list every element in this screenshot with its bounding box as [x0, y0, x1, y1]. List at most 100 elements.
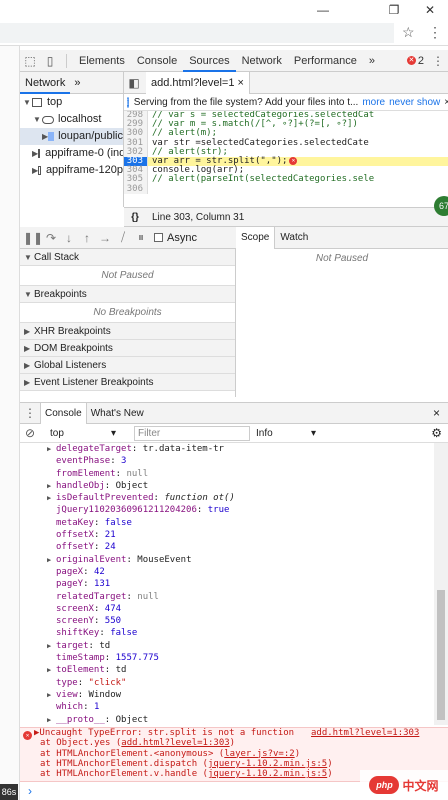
close-drawer-icon[interactable]: × — [433, 406, 448, 420]
expand-arrow-icon[interactable]: ▶ — [47, 554, 51, 566]
console-property[interactable]: ▶ __proto__: Object — [20, 714, 434, 725]
expand-arrow-icon[interactable]: ▶ — [47, 640, 51, 652]
inline-error-icon[interactable]: ✕ — [289, 156, 298, 165]
minimize-button[interactable]: — — [305, 0, 341, 20]
url-field[interactable] — [0, 23, 394, 43]
console-property[interactable]: ▶ handleObj: Object — [20, 480, 434, 492]
pause-on-exceptions-icon[interactable]: ⏸ — [132, 228, 150, 248]
property-key: relatedTarget — [56, 591, 127, 602]
page-edge-tag: 86s — [0, 784, 18, 800]
device-toolbar-icon[interactable]: ▯ — [40, 51, 60, 71]
property-key: delegateTarget — [56, 444, 132, 454]
error-text[interactable]: ▶Uncaught TypeError: str.split is not a … — [20, 728, 448, 738]
navigator-item[interactable]: ▶ appiframe-120p — [20, 162, 123, 179]
async-checkbox[interactable] — [154, 233, 163, 242]
console-property[interactable]: ▶ toElement: td — [20, 664, 434, 676]
expand-arrow-icon[interactable]: ▶ — [47, 443, 51, 455]
info-icon: i — [127, 96, 129, 108]
tab-watch[interactable]: Watch — [275, 227, 313, 249]
stack-frame-link[interactable]: jquery-1.10.2.min.js:5 — [208, 769, 327, 779]
expand-arrow-icon[interactable]: ▶ — [47, 492, 51, 504]
code-line[interactable]: 306 — [124, 184, 448, 194]
code-lines[interactable]: 298// var s = selectedCategories.selecte… — [124, 111, 448, 207]
drawer-tabs: ⋮ Console What's New × — [20, 402, 448, 424]
clear-console-icon[interactable]: ⊘ — [20, 423, 40, 443]
step-into-icon[interactable]: ↓ — [60, 228, 78, 248]
step-icon[interactable]: → — [96, 228, 114, 248]
pause-icon[interactable]: ❚❚ — [23, 228, 43, 248]
code-line[interactable]: 305// alert(parseInt(selectedCategories.… — [124, 175, 448, 185]
call-stack-header[interactable]: ▼ Call Stack — [20, 249, 235, 266]
console-property[interactable]: ▶ delegateTarget: tr.data-item-tr — [20, 443, 434, 455]
property-key: offsetX — [56, 530, 94, 541]
navigator-more-button[interactable]: » — [70, 77, 84, 89]
stack-frame-link[interactable]: layer.js?v=:2 — [224, 749, 294, 759]
tab-network[interactable]: Network — [20, 72, 71, 94]
pretty-print-button[interactable]: {} — [124, 212, 146, 223]
scrollbar-thumb[interactable] — [437, 590, 445, 720]
expand-arrow-icon[interactable]: ▶ — [47, 689, 51, 701]
step-over-icon[interactable]: ↷ — [42, 228, 60, 248]
property-colon: : — [77, 677, 89, 688]
filter-input[interactable]: Filter — [134, 425, 250, 441]
expand-arrow-icon[interactable]: ▶ — [47, 714, 51, 725]
console-property[interactable]: ▶ target: td — [20, 640, 434, 652]
infobar-more-link[interactable]: more — [362, 97, 385, 108]
close-tab-icon[interactable]: × — [238, 77, 244, 89]
console-property[interactable]: ▶ isDefaultPrevented: function ot() — [20, 492, 434, 504]
console-property[interactable]: ▶ originalEvent: MouseEvent — [20, 554, 434, 566]
breakpoint-section-header[interactable]: ▶ Global Listeners — [20, 357, 235, 374]
expand-arrow-icon[interactable]: ▶ — [47, 480, 51, 492]
context-select[interactable]: top ▾ — [50, 428, 120, 439]
sources-navigator: Network » ▼ top ▼ localhost ▶ loupan/public ▶ a… — [20, 72, 124, 207]
property-colon: : — [83, 579, 94, 590]
property-colon: : — [115, 468, 127, 479]
navigator-item[interactable]: ▶ loupan/public — [20, 128, 123, 145]
breakpoints-header[interactable]: ▼ Breakpoints — [20, 286, 235, 303]
tab-performance[interactable]: Performance — [288, 50, 363, 72]
tree-arrow-icon[interactable]: ▼ — [22, 94, 32, 111]
tab-network[interactable]: Network — [236, 50, 288, 72]
deactivate-breakpoints-icon[interactable]: ⧸ — [114, 228, 132, 248]
console-property[interactable]: ▶ view: Window — [20, 689, 434, 701]
error-source-link[interactable]: add.html?level=1:303 — [311, 728, 419, 738]
stack-frame-link[interactable]: jquery-1.10.2.min.js:5 — [208, 759, 327, 769]
expand-arrow-icon[interactable]: ▶ — [47, 664, 51, 676]
inspect-element-icon[interactable]: ⬚ — [20, 51, 40, 71]
breakpoint-section-header[interactable]: ▶ XHR Breakpoints — [20, 323, 235, 340]
window-titlebar: — ❐ ✕ — [0, 0, 448, 20]
tab-elements[interactable]: Elements — [73, 50, 131, 72]
error-icon: ✕ — [406, 56, 416, 65]
collapsed-arrow-icon: ▶ — [24, 360, 31, 370]
navigator-item[interactable]: ▼ localhost — [20, 111, 123, 128]
error-count-badge[interactable]: ✕ 2 — [403, 55, 428, 67]
tree-arrow-icon[interactable]: ▼ — [32, 111, 42, 128]
breakpoint-section-header[interactable]: ▶ Event Listener Breakpoints — [20, 374, 235, 391]
line-number[interactable]: 306 — [124, 184, 148, 194]
file-tab[interactable]: add.html?level=1 × — [146, 72, 250, 94]
navigator-header: Network » — [20, 72, 123, 94]
navigator-item[interactable]: ▼ top — [20, 94, 123, 111]
toggle-navigator-icon[interactable]: ◧ — [124, 73, 144, 93]
tab-scope[interactable]: Scope — [236, 226, 276, 249]
property-colon: : — [104, 653, 116, 664]
tab-whats-new[interactable]: What's New — [87, 403, 148, 424]
close-window-button[interactable]: ✕ — [412, 0, 448, 20]
stack-frame-link[interactable]: add.html?level=1:303 — [121, 738, 229, 748]
devtools-menu-icon[interactable]: ⋮ — [428, 51, 448, 71]
tab-sources[interactable]: Sources — [183, 50, 236, 72]
tab-console[interactable]: Console — [131, 50, 183, 72]
navigator-item[interactable]: ▶ appiframe-0 (ind — [20, 145, 123, 162]
tab-console[interactable]: Console — [40, 402, 87, 424]
infobar-close-icon[interactable]: × — [444, 97, 448, 108]
drawer-menu-icon[interactable]: ⋮ — [20, 403, 40, 423]
restore-button[interactable]: ❐ — [376, 0, 412, 20]
step-out-icon[interactable]: ↑ — [78, 228, 96, 248]
console-settings-gear-icon[interactable]: ⚙ — [431, 426, 448, 440]
browser-menu-icon[interactable]: ⋮ — [428, 24, 442, 41]
bookmark-star-icon[interactable]: ☆ — [402, 24, 415, 41]
log-level-select[interactable]: Info ▾ — [256, 428, 316, 439]
breakpoint-section-header[interactable]: ▶ DOM Breakpoints — [20, 340, 235, 357]
more-panels-button[interactable]: » — [363, 50, 381, 72]
infobar-never-show-link[interactable]: never show — [389, 97, 440, 108]
